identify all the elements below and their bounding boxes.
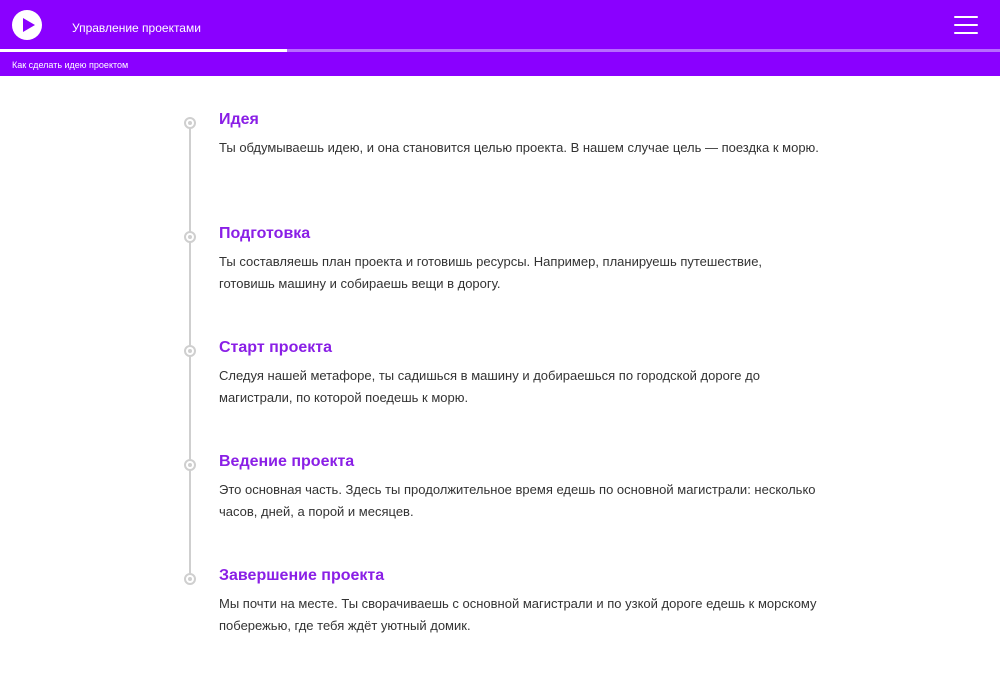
timeline-dot-icon [184, 345, 196, 357]
hamburger-menu-icon[interactable] [954, 16, 978, 34]
step-title: Старт проекта [219, 339, 332, 356]
step-title: Подготовка [219, 225, 311, 242]
play-icon[interactable] [12, 10, 42, 40]
step-title: Идея [219, 111, 259, 128]
lesson-title: Как сделать идею проектом [12, 60, 129, 70]
timeline-step: Старт проекта Следуя нашей метафоре, ты … [184, 338, 819, 409]
top-bar: Управление проектами Как сделать идею пр… [0, 0, 1000, 76]
progress-bar [0, 49, 1000, 52]
timeline-step: Ведение проекта Это основная часть. Здес… [184, 452, 819, 523]
step-title: Ведение проекта [219, 453, 355, 470]
step-text: Мы почти на месте. Ты сворачиваешь с осн… [219, 596, 817, 633]
timeline-dot-icon [184, 117, 196, 129]
timeline-step: Завершение проекта Мы почти на месте. Ты… [184, 566, 819, 637]
timeline-dot-icon [184, 231, 196, 243]
step-text: Ты составляешь план проекта и готовишь р… [219, 254, 763, 291]
timeline-step: Подготовка Ты составляешь план проекта и… [184, 224, 819, 295]
step-text: Следуя нашей метафоре, ты садишься в маш… [219, 368, 760, 405]
course-title: Управление проектами [72, 21, 201, 35]
step-text: Это основная часть. Здесь ты продолжител… [219, 482, 816, 519]
timeline-step: Идея Ты обдумываешь идею, и она становит… [184, 110, 819, 159]
step-text: Ты обдумываешь идею, и она становится це… [219, 140, 819, 155]
timeline-dot-icon [184, 459, 196, 471]
progress-bar-fill [0, 49, 287, 52]
timeline: Идея Ты обдумываешь идею, и она становит… [0, 76, 1000, 700]
step-title: Завершение проекта [219, 567, 385, 584]
timeline-dot-icon [184, 573, 196, 585]
